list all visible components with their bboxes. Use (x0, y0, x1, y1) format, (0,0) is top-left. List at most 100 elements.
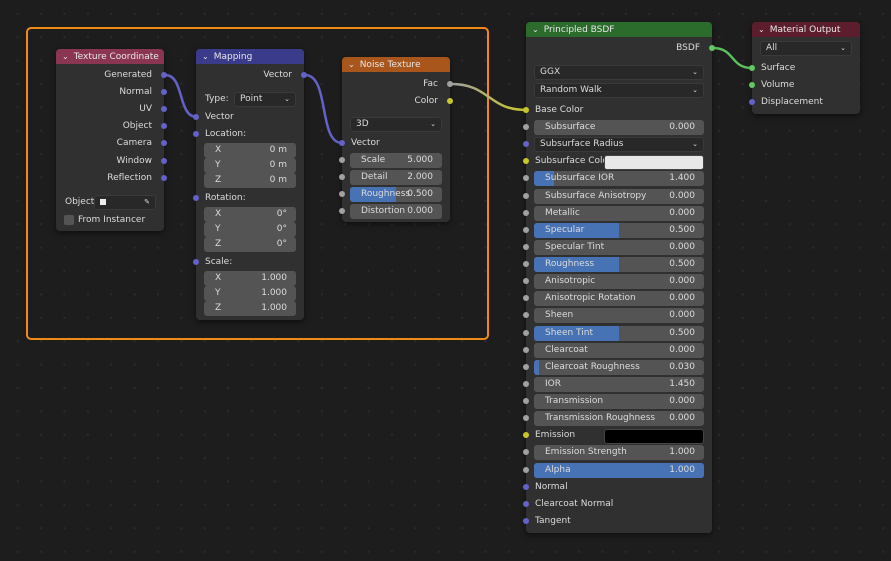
float-socket-icon[interactable] (523, 124, 529, 130)
value-slider[interactable]: Anisotropic 0.000 (534, 273, 704, 289)
collapse-chevron-icon[interactable]: ⌄ (348, 57, 355, 72)
vector-socket-icon[interactable] (523, 518, 529, 524)
color-swatch[interactable] (604, 428, 704, 444)
vector-socket-icon[interactable] (161, 123, 167, 129)
node-mapping[interactable]: ⌄ Mapping Vector Type: Point ⌄ Vector Location:… (193, 49, 307, 320)
value-slider[interactable]: Specular 0.500 (534, 222, 704, 238)
vector-socket-icon[interactable] (193, 259, 199, 265)
node-header[interactable]: ⌄ Noise Texture (342, 57, 450, 72)
color-socket-icon[interactable] (447, 98, 453, 104)
dropdown-select[interactable]: GGX ⌄ (534, 64, 704, 80)
link-generated-to-mapping-vector[interactable] (164, 73, 198, 119)
vector-socket-icon[interactable] (161, 158, 167, 164)
float-socket-icon[interactable] (523, 467, 529, 473)
color-socket-icon[interactable] (523, 107, 529, 113)
value-slider[interactable]: Z 0° (204, 236, 296, 252)
vector-socket-icon[interactable] (161, 106, 167, 112)
float-socket-icon[interactable] (523, 449, 529, 455)
value-slider[interactable]: Alpha 1.000 (534, 462, 704, 478)
value-slider[interactable]: Subsurface 0.000 (534, 119, 704, 135)
checkbox[interactable] (64, 214, 74, 225)
vector-socket-icon[interactable] (339, 140, 345, 146)
shader-socket-icon[interactable] (749, 82, 755, 88)
float-socket-icon[interactable] (339, 191, 345, 197)
dropdown-select[interactable]: All ⌄ (760, 40, 852, 56)
value-slider[interactable]: Distortion 0.000 (350, 203, 442, 219)
float-socket-icon[interactable] (339, 208, 345, 214)
color-socket-icon[interactable] (523, 158, 529, 164)
value-slider[interactable]: Clearcoat Roughness 0.030 (534, 359, 704, 375)
value-slider[interactable]: Clearcoat 0.000 (534, 342, 704, 358)
collapse-chevron-icon[interactable]: ⌄ (758, 22, 765, 37)
object-picker[interactable]: ✎ (94, 194, 156, 210)
vector-socket-icon[interactable] (193, 131, 199, 137)
vector-socket-icon[interactable] (161, 140, 167, 146)
node-header[interactable]: ⌄ Mapping (196, 49, 304, 64)
link-fac-to-base-color[interactable] (450, 82, 527, 112)
collapse-chevron-icon[interactable]: ⌄ (62, 49, 69, 64)
float-socket-icon[interactable] (523, 398, 529, 404)
color-swatch[interactable] (604, 154, 704, 170)
dropdown-select[interactable]: 3D ⌄ (350, 116, 442, 132)
float-socket-icon[interactable] (523, 312, 529, 318)
vector-socket-icon[interactable] (193, 114, 199, 120)
node-texcoord[interactable]: ⌄ Texture Coordinate Generated Normal UV Obje… (56, 49, 167, 231)
float-socket-icon[interactable] (523, 415, 529, 421)
collapse-chevron-icon[interactable]: ⌄ (532, 22, 539, 37)
value-slider[interactable]: Detail 2.000 (350, 169, 442, 185)
value-slider[interactable]: Y 1.000 (204, 285, 296, 301)
node-header[interactable]: ⌄ Material Output (752, 22, 860, 37)
link-bsdf-to-surface[interactable] (712, 46, 753, 70)
float-socket-icon[interactable] (523, 347, 529, 353)
vector-socket-icon[interactable] (301, 72, 307, 78)
float-socket-icon[interactable] (523, 193, 529, 199)
float-socket-icon[interactable] (523, 330, 529, 336)
vector-socket-icon[interactable] (193, 195, 199, 201)
shader-socket-icon[interactable] (709, 45, 715, 51)
vector-socket-icon[interactable] (161, 175, 167, 181)
float-socket-icon[interactable] (523, 381, 529, 387)
value-slider[interactable]: X 1.000 (204, 270, 296, 286)
value-slider[interactable]: X 0 m (204, 142, 296, 158)
vector-socket-icon[interactable] (523, 484, 529, 490)
float-socket-icon[interactable] (523, 261, 529, 267)
value-slider[interactable]: Emission Strength 1.000 (534, 444, 704, 460)
value-slider[interactable]: Sheen Tint 0.500 (534, 325, 704, 341)
eyedropper-icon[interactable]: ✎ (144, 196, 150, 209)
value-slider[interactable]: Sheen 0.000 (534, 307, 704, 323)
float-socket-icon[interactable] (523, 227, 529, 233)
value-slider[interactable]: Z 1.000 (204, 300, 296, 316)
value-slider[interactable]: Roughness 0.500 (534, 256, 704, 272)
dropdown-select[interactable]: Random Walk ⌄ (534, 82, 704, 98)
value-slider[interactable]: Scale 5.000 (350, 152, 442, 168)
vector-socket-icon[interactable] (161, 72, 167, 78)
type-select[interactable]: Point ⌄ (234, 91, 296, 107)
value-slider[interactable]: Roughness 0.500 (350, 186, 442, 202)
value-slider[interactable]: Anisotropic Rotation 0.000 (534, 290, 704, 306)
node-noise[interactable]: ⌄ Noise Texture Fac Color 3D ⌄ Vector Scale 5.00… (339, 57, 453, 222)
link-mapping-to-noise-vector[interactable] (304, 73, 343, 145)
node-header[interactable]: ⌄ Principled BSDF (526, 22, 712, 37)
node-bsdf[interactable]: ⌄ Principled BSDF BSDF GGX ⌄ Random Walk ⌄ Base… (523, 22, 715, 533)
value-slider[interactable]: Y 0° (204, 221, 296, 237)
float-socket-icon[interactable] (339, 174, 345, 180)
float-socket-icon[interactable] (523, 295, 529, 301)
dropdown-select[interactable]: Subsurface Radius ⌄ (534, 136, 704, 152)
value-slider[interactable]: X 0° (204, 206, 296, 222)
value-slider[interactable]: Specular Tint 0.000 (534, 239, 704, 255)
vector-socket-icon[interactable] (523, 501, 529, 507)
float-socket-icon[interactable] (523, 244, 529, 250)
value-slider[interactable]: Transmission Roughness 0.000 (534, 410, 704, 426)
float-socket-icon[interactable] (523, 278, 529, 284)
float-socket-icon[interactable] (523, 175, 529, 181)
vector-socket-icon[interactable] (749, 99, 755, 105)
node-output[interactable]: ⌄ Material Output All ⌄ Surface Volume Displac… (749, 22, 860, 114)
float-socket-icon[interactable] (523, 364, 529, 370)
vector-socket-icon[interactable] (161, 89, 167, 95)
value-slider[interactable]: Transmission 0.000 (534, 393, 704, 409)
shader-socket-icon[interactable] (749, 65, 755, 71)
node-header[interactable]: ⌄ Texture Coordinate (56, 49, 164, 64)
value-slider[interactable]: Z 0 m (204, 172, 296, 188)
value-slider[interactable]: Y 0 m (204, 157, 296, 173)
value-slider[interactable]: Subsurface IOR 1.400 (534, 170, 704, 186)
